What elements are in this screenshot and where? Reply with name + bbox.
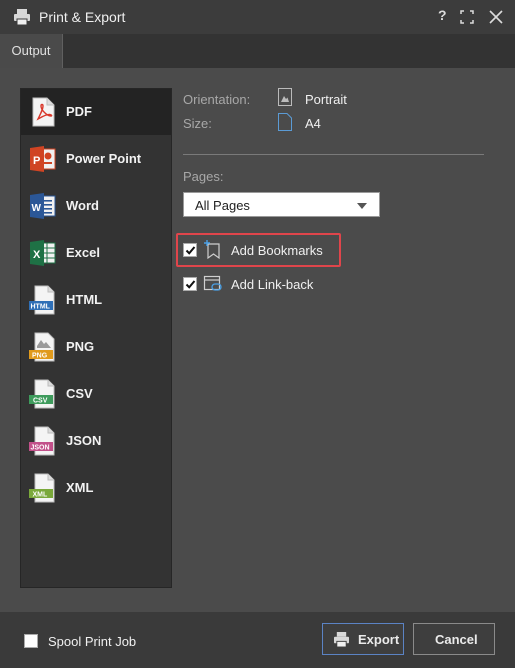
csv-icon: CSV xyxy=(29,379,55,409)
page-size-icon xyxy=(278,113,292,131)
spool-print-job-checkbox[interactable] xyxy=(24,634,38,648)
svg-text:XML: XML xyxy=(33,492,49,499)
output-panel: PDF P Power Point W Word X Excel HTML HT… xyxy=(0,68,515,612)
orientation-label: Orientation: xyxy=(183,92,251,107)
orientation-value[interactable]: Portrait xyxy=(305,92,347,107)
svg-text:HTML: HTML xyxy=(31,304,51,311)
format-label: PNG xyxy=(66,339,95,354)
format-label: HTML xyxy=(66,292,103,307)
svg-text:CSV: CSV xyxy=(33,398,48,405)
add-link-back-checkbox[interactable] xyxy=(183,277,197,291)
pages-select-value: All Pages xyxy=(195,198,250,213)
spool-print-job-label: Spool Print Job xyxy=(48,634,137,649)
bookmark-icon xyxy=(204,240,220,260)
add-bookmarks-label: Add Bookmarks xyxy=(231,243,323,258)
svg-text:P: P xyxy=(33,155,40,167)
size-label: Size: xyxy=(183,116,212,131)
svg-text:X: X xyxy=(33,249,41,261)
portrait-icon xyxy=(278,88,292,106)
format-label: Word xyxy=(66,198,99,213)
title-bar: Print & Export ? xyxy=(0,0,515,34)
cancel-button[interactable]: Cancel xyxy=(413,623,495,655)
format-item-xml[interactable]: XML XML xyxy=(21,465,171,511)
pages-label: Pages: xyxy=(183,169,224,184)
format-label: Excel xyxy=(66,245,100,260)
export-button[interactable]: Export xyxy=(322,623,404,655)
close-icon[interactable] xyxy=(489,10,503,24)
footer: Spool Print Job Export Cancel xyxy=(0,612,515,668)
cancel-button-label: Cancel xyxy=(435,632,478,647)
xml-icon: XML xyxy=(29,473,55,503)
window-title: Print & Export xyxy=(39,9,126,25)
add-bookmarks-option[interactable]: Add Bookmarks xyxy=(183,240,333,264)
help-button[interactable]: ? xyxy=(438,7,447,23)
format-item-json[interactable]: JSON JSON xyxy=(21,418,171,464)
format-item-pdf[interactable]: PDF xyxy=(21,89,171,135)
add-link-back-label: Add Link-back xyxy=(231,277,314,292)
format-item-png[interactable]: PNG PNG xyxy=(21,324,171,370)
chevron-down-icon xyxy=(357,203,367,209)
printer-icon xyxy=(334,632,349,647)
format-label: PDF xyxy=(66,104,92,119)
format-label: Power Point xyxy=(66,151,142,166)
svg-text:JSON: JSON xyxy=(31,445,50,452)
add-bookmarks-checkbox[interactable] xyxy=(183,243,197,257)
png-icon: PNG xyxy=(29,332,55,362)
html-icon: HTML xyxy=(29,285,55,315)
tab-output[interactable]: Output xyxy=(0,34,63,68)
format-item-csv[interactable]: CSV CSV xyxy=(21,371,171,417)
svg-text:W: W xyxy=(32,203,42,214)
powerpoint-icon: P xyxy=(30,146,56,172)
format-item-word[interactable]: W Word xyxy=(21,183,171,229)
json-icon: JSON xyxy=(29,426,55,456)
format-list: PDF P Power Point W Word X Excel HTML HT… xyxy=(20,88,172,588)
divider xyxy=(183,154,484,155)
pdf-icon xyxy=(32,97,55,127)
size-value[interactable]: A4 xyxy=(305,116,321,131)
pages-select[interactable]: All Pages xyxy=(183,192,380,217)
format-label: CSV xyxy=(66,386,93,401)
excel-icon: X xyxy=(30,240,56,266)
add-link-back-option[interactable]: Add Link-back xyxy=(183,274,333,298)
link-back-icon xyxy=(203,275,222,291)
maximize-icon[interactable] xyxy=(460,10,474,24)
format-label: XML xyxy=(66,480,94,495)
tab-bar: Output xyxy=(0,34,515,69)
format-item-excel[interactable]: X Excel xyxy=(21,230,171,276)
format-label: JSON xyxy=(66,433,102,448)
word-icon: W xyxy=(30,193,56,219)
format-item-powerpoint[interactable]: P Power Point xyxy=(21,136,171,182)
format-item-html[interactable]: HTML HTML xyxy=(21,277,171,323)
export-button-label: Export xyxy=(358,632,400,647)
printer-icon xyxy=(14,9,30,25)
svg-text:PNG: PNG xyxy=(32,353,48,360)
